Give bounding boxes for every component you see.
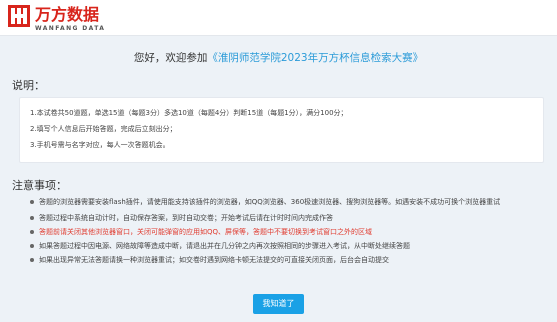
notice-item-warning: 答题前请关闭其他浏览器窗口，关闭可能弹窗的应用如QQ、屏保等，答题中不要切换到考… [30, 226, 545, 238]
notice-text: 答题过程中系统自动计时，自动保存答案，到时自动交卷；开始考试后请在计时时间内完成… [39, 214, 333, 222]
brand-name-en: WANFANG DATA [35, 25, 106, 32]
notice-item: 如果答题过程中因电源、网络故障等造成中断，请退出并在几分钟之内再次按照相同的步骤… [30, 240, 545, 252]
notices-list: 答题的浏览器需要安装flash插件，请使用能支持该插件的浏览器，如QQ浏览器、3… [30, 196, 545, 266]
notice-text: 答题的浏览器需要安装flash插件，请使用能支持该插件的浏览器，如QQ浏览器、3… [39, 198, 501, 206]
description-box: 1.本试卷共50道题，单选15道（每题3分）多选10道（每题4分）判断15道（每… [19, 97, 544, 163]
top-bar: 万方数据 WANFANG DATA [0, 0, 557, 36]
bullet-icon [30, 230, 34, 234]
notice-text: 答题前请关闭其他浏览器窗口，关闭可能弹窗的应用如QQ、屏保等，答题中不要切换到考… [39, 228, 373, 236]
description-line: 1.本试卷共50道题，单选15道（每题3分）多选10道（每题4分）判断15道（每… [30, 109, 348, 117]
notice-item: 如果出现异常无法答题请换一种浏览器重试；如交卷时遇到网络卡顿无法提交的可直接关闭… [30, 254, 545, 266]
description-title: 说明： [12, 79, 45, 92]
wanfang-logo-icon [8, 5, 30, 27]
notices-title: 注意事项： [12, 179, 67, 192]
brand-name-cn: 万方数据 [35, 5, 100, 24]
wanfang-logo[interactable]: 万方数据 WANFANG DATA [8, 5, 158, 33]
bullet-icon [30, 216, 34, 220]
contest-title: 《淮阴师范学院2023年万方杯信息检索大赛》 [207, 52, 424, 64]
description-line: 2.填写个人信息后开始答题，完成后立刻出分； [30, 125, 177, 133]
acknowledge-button[interactable]: 我知道了 [253, 294, 304, 314]
bullet-icon [30, 200, 34, 204]
greeting-prefix: 您好，欢迎参加 [133, 52, 208, 64]
bullet-icon [30, 244, 34, 248]
notice-text: 如果出现异常无法答题请换一种浏览器重试；如交卷时遇到网络卡顿无法提交的可直接关闭… [39, 256, 389, 264]
notice-item: 答题的浏览器需要安装flash插件，请使用能支持该插件的浏览器，如QQ浏览器、3… [30, 196, 545, 208]
welcome-greeting: 您好，欢迎参加《淮阴师范学院2023年万方杯信息检索大赛》 [0, 50, 557, 65]
notice-item: 答题过程中系统自动计时，自动保存答案，到时自动交卷；开始考试后请在计时时间内完成… [30, 212, 545, 224]
description-line: 3.手机号需与名字对应，每人一次答题机会。 [30, 141, 170, 149]
notice-text: 如果答题过程中因电源、网络故障等造成中断，请退出并在几分钟之内再次按照相同的步骤… [39, 242, 410, 250]
bullet-icon [30, 258, 34, 262]
